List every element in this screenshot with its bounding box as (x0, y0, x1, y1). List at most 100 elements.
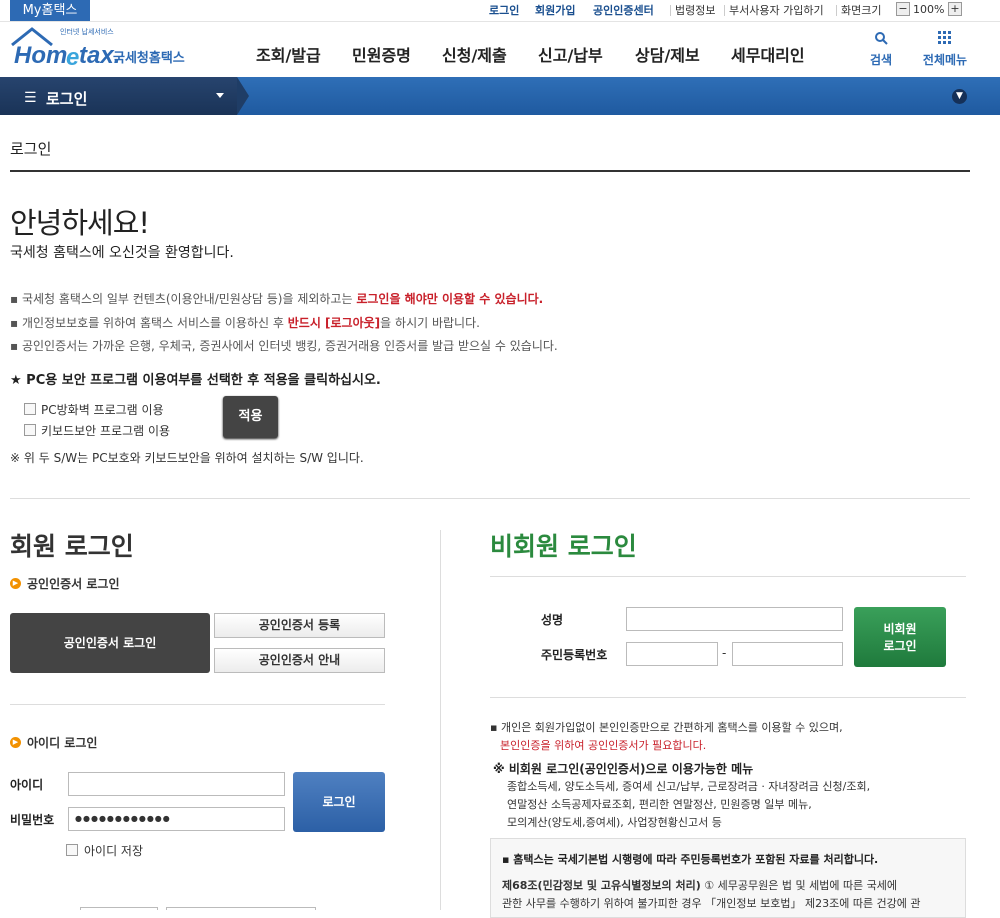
util-separator (836, 5, 837, 16)
privacy-note-head: ▪ 홈택스는 국세기본법 시행령에 따라 주민등록번호가 포함된 자료를 처리합… (502, 853, 879, 866)
cert-guide-button[interactable]: 공인인증서 안내 (214, 648, 385, 673)
chevron-down-icon[interactable]: ▼ (952, 89, 967, 104)
notice-2: ▪ 개인정보보호를 위하여 홈택스 서비스를 이용하신 후 반드시 [로그아웃]… (10, 316, 480, 330)
location-arrow-shape (237, 77, 249, 115)
save-id-label: 아이디 저장 (84, 844, 144, 858)
menu-consult-report[interactable]: 상담/제보 (635, 42, 700, 66)
notice-2-emphasis: 반드시 [로그아웃] (287, 316, 381, 330)
available-menu-3: 모의계산(양도세,증여세), 사업장현황신고서 등 (507, 816, 722, 829)
bullet-arrow-icon: ▶ (10, 578, 21, 589)
keyboard-security-label: 키보드보안 프로그램 이용 (41, 424, 171, 438)
member-divider (10, 704, 385, 705)
keyboard-security-checkbox[interactable] (24, 424, 36, 436)
location-current: 로그인 (46, 90, 88, 108)
welcome-text: 국세청 홈택스에 오신것을 환영합니다. (10, 245, 234, 261)
logo-tagline: 인터넷 납세서비스 (60, 28, 114, 36)
rrn-label: 주민등록번호 (541, 648, 608, 662)
bullet-arrow-icon: ▶ (10, 737, 21, 748)
nonmember-divider (490, 697, 966, 698)
hamburger-icon: ☰ (24, 90, 37, 106)
my-hometax-link[interactable]: My홈택스 (10, 0, 90, 21)
title-divider (10, 170, 970, 172)
firewall-checkbox[interactable] (24, 403, 36, 415)
notice-2-text: 개인정보보호를 위하여 홈택스 서비스를 이용하신 후 (21, 316, 288, 330)
cert-login-section-title: 공인인증서 로그인 (27, 577, 120, 591)
privacy-note-line-1: 제68조(민감정보 및 고유식별정보의 처리) ① 세무공무원은 법 및 세법에… (502, 877, 897, 893)
menu-inquiry-issue[interactable]: 조회/발급 (256, 42, 321, 66)
nonmember-divider (490, 576, 966, 577)
svg-text:Hom: Hom (14, 42, 67, 69)
available-menu-2: 연말정산 소득공제자료조회, 편리한 연말정산, 민원증명 일부 메뉴, (507, 798, 812, 811)
pc-security-question: ★ PC용 보안 프로그램 이용여부를 선택한 후 적용을 클릭하십시오. (10, 373, 381, 388)
screen-size-label: 화면크기 (841, 4, 882, 17)
page-title: 로그인 (10, 140, 52, 158)
nonmember-login-button[interactable]: 비회원 로그인 (854, 607, 946, 667)
password-label: 비밀번호 (10, 813, 55, 827)
hometax-logo[interactable]: Hom e tax. 인터넷 납세서비스 국세청홈택스 (10, 25, 200, 73)
menu-apply-submit[interactable]: 신청/제출 (442, 42, 507, 66)
logo-name: 국세청홈택스 (113, 51, 185, 66)
util-signup-link[interactable]: 회원가입 (535, 3, 575, 18)
nonmember-desc-2: 본인인증을 위하여 공인인증서가 필요합니다. (500, 739, 707, 752)
notice-1-emphasis: 로그인을 해야만 이용할 수 있습니다. (356, 292, 544, 306)
zoom-in-button[interactable]: + (948, 2, 962, 16)
rrn-back-input[interactable] (732, 642, 843, 666)
util-login-link[interactable]: 로그인 (489, 3, 519, 18)
cert-register-button[interactable]: 공인인증서 등록 (214, 613, 385, 638)
hello-heading: 안녕하세요! (10, 206, 150, 240)
firewall-label: PC방화벽 프로그램 이용 (41, 403, 164, 417)
notice-1-text: 국세청 홈택스의 일부 컨텐츠(이용안내/민원상담 등)을 제외하고는 (21, 292, 357, 306)
grid-icon (938, 31, 951, 44)
privacy-note-body-1: ① 세무공무원은 법 및 세법에 따른 국세에 (700, 879, 898, 892)
menu-civil-cert[interactable]: 민원증명 (352, 42, 411, 66)
util-separator (670, 5, 671, 16)
notice-1: ▪ 국세청 홈택스의 일부 컨텐츠(이용안내/민원상담 등)을 제외하고는 로그… (10, 292, 544, 306)
util-law-link[interactable]: 법령정보 (675, 3, 715, 18)
id-input[interactable] (68, 772, 285, 796)
search-button[interactable]: 검색 (866, 30, 896, 68)
all-menu-button[interactable]: 전체메뉴 (918, 30, 972, 68)
menu-report-pay[interactable]: 신고/납부 (538, 42, 603, 66)
section-divider (10, 498, 970, 499)
column-divider (440, 530, 441, 910)
menu-tax-agent[interactable]: 세무대리인 (731, 42, 805, 66)
search-icon (875, 32, 888, 45)
zoom-out-button[interactable]: − (896, 2, 910, 16)
global-nav: Hom e tax. 인터넷 납세서비스 국세청홈택스 조회/발급 민원증명 신… (0, 22, 1000, 77)
rrn-dash: - (722, 646, 727, 660)
name-label: 성명 (541, 613, 564, 627)
apply-button[interactable]: 적용 (223, 396, 278, 438)
svg-text:e: e (66, 44, 79, 71)
privacy-note-article: 제68조(민감정보 및 고유식별정보의 처리) (502, 879, 701, 892)
id-label: 아이디 (10, 778, 44, 792)
all-menu-label: 전체메뉴 (922, 53, 968, 67)
notice-3-text: 공인인증서는 가까운 은행, 우체국, 증권사에서 인터넷 뱅킹, 증권거래용 … (21, 339, 558, 353)
member-login-title: 회원 로그인 (10, 532, 134, 561)
notice-2-tail: 을 하시기 바랍니다. (380, 316, 480, 330)
zoom-level: 100% (913, 3, 945, 16)
util-dept-user-link[interactable]: 부서사용자 가입하기 (729, 3, 824, 18)
nonmember-login-line2: 로그인 (883, 639, 917, 653)
utility-bar: My홈택스 로그인 회원가입 공인인증센터 법령정보 부서사용자 가입하기 화면… (0, 0, 1000, 22)
login-button[interactable]: 로그인 (293, 772, 385, 832)
nonmember-login-title: 비회원 로그인 (490, 532, 637, 561)
save-id-checkbox[interactable] (66, 844, 78, 856)
password-input[interactable]: ●●●●●●●●●●●● (68, 807, 285, 831)
available-menu-title: ※ 비회원 로그인(공인인증서)으로 이용가능한 메뉴 (493, 762, 754, 776)
privacy-note-head-text: 홈택스는 국세기본법 시행령에 따라 주민등록번호가 포함된 자료를 처리합니다… (513, 853, 879, 866)
cert-login-button[interactable]: 공인인증서 로그인 (10, 613, 210, 673)
util-separator (724, 5, 725, 16)
search-label: 검색 (869, 53, 893, 67)
id-login-section-title: 아이디 로그인 (27, 736, 98, 750)
dropdown-caret-icon (216, 93, 224, 98)
name-input[interactable] (626, 607, 843, 631)
notice-3: ▪ 공인인증서는 가까운 은행, 우체국, 증권사에서 인터넷 뱅킹, 증권거래… (10, 339, 558, 353)
nonmember-desc-1: ▪ 개인은 회원가입없이 본인인증만으로 간편하게 홈택스를 이용할 수 있으며… (490, 721, 843, 734)
nonmember-login-line1: 비회원 (883, 622, 917, 636)
util-cert-center-link[interactable]: 공인인증센터 (593, 3, 654, 18)
privacy-note-line-2: 관한 사무를 수행하기 위하여 불가피한 경우 「개인정보 보호법」 제23조에… (502, 897, 921, 910)
nonmember-desc-1-text: 개인은 회원가입없이 본인인증만으로 간편하게 홈택스를 이용할 수 있으며, (500, 721, 843, 734)
sw-note: ※ 위 두 S/W는 PC보호와 키보드보안을 위하여 설치하는 S/W 입니다… (10, 451, 364, 465)
available-menu-1: 종합소득세, 양도소득세, 증여세 신고/납부, 근로장려금 · 자녀장려금 신… (507, 780, 871, 793)
rrn-front-input[interactable] (626, 642, 718, 666)
